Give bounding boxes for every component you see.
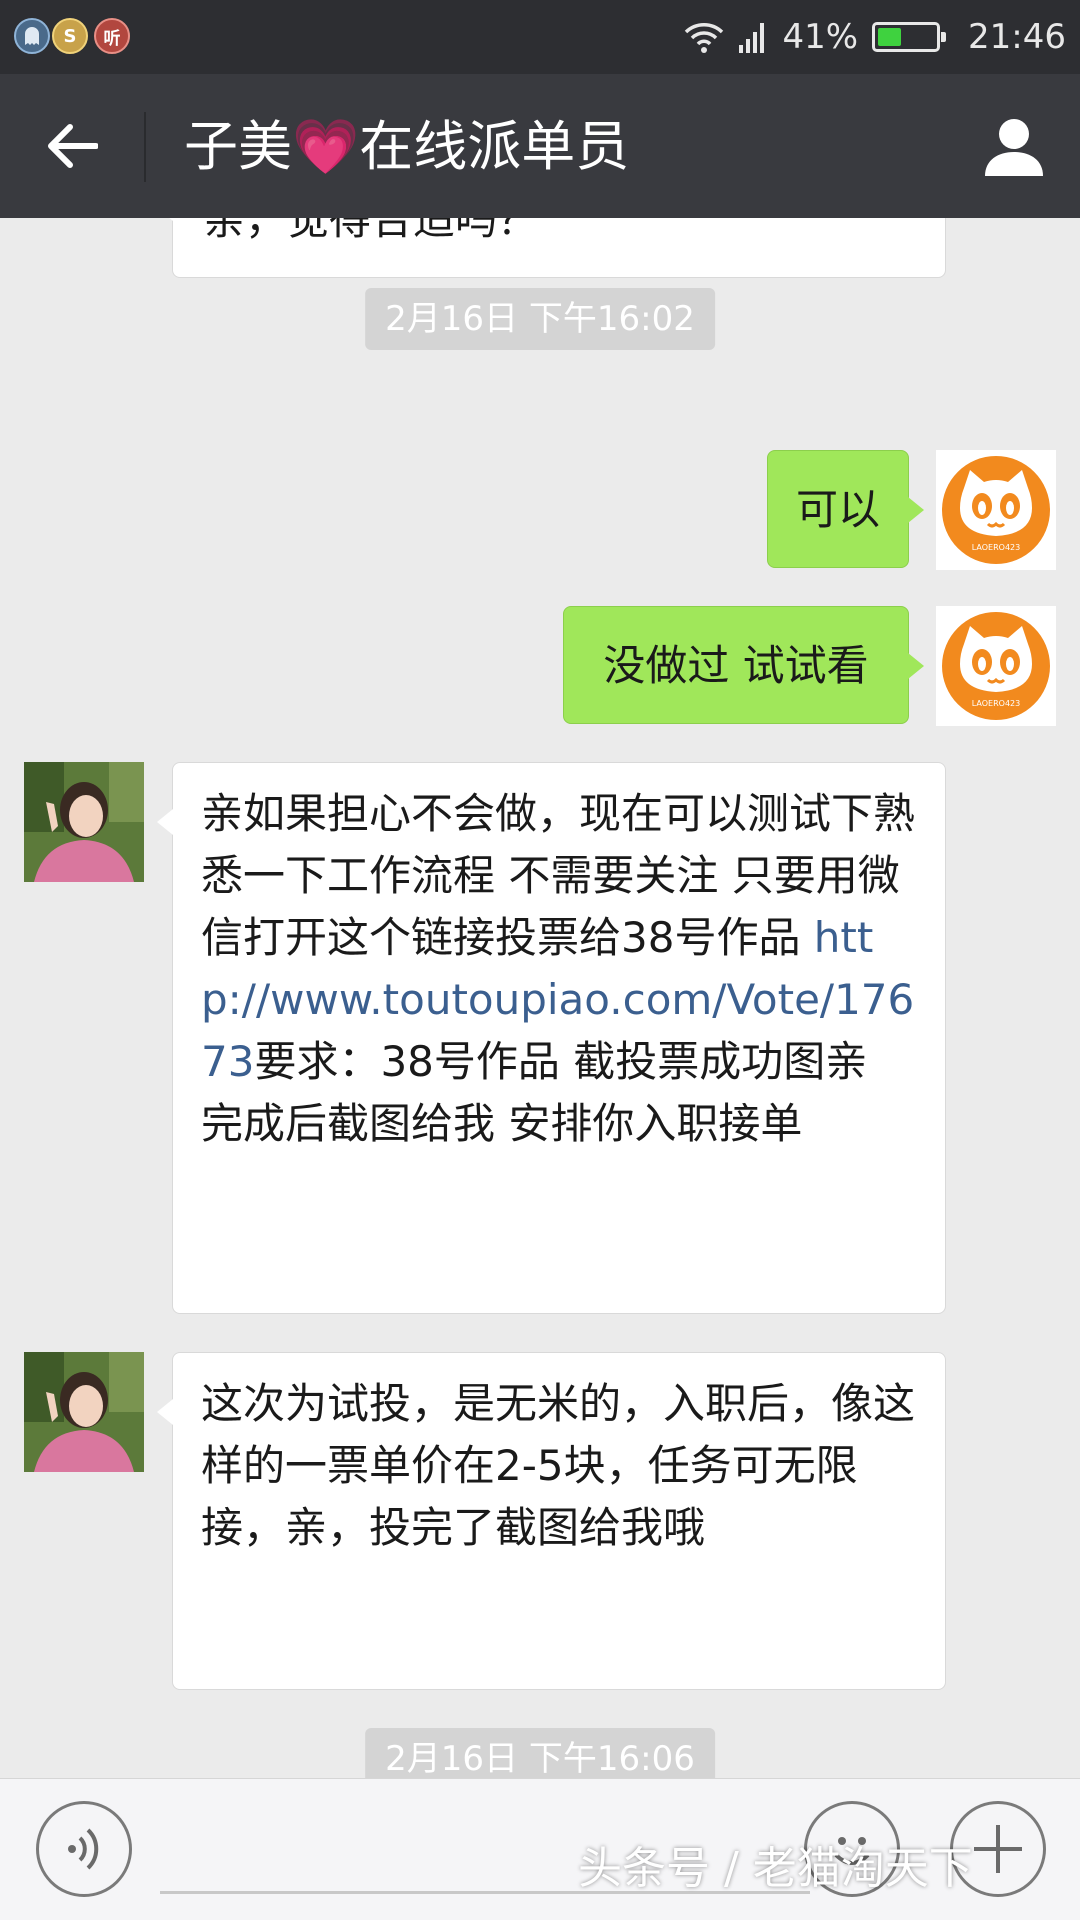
cat-avatar-icon: LAOERO423: [942, 612, 1050, 720]
status-time: 21:46: [968, 17, 1066, 57]
girl-photo-avatar: [24, 762, 144, 882]
contact-avatar[interactable]: [24, 762, 144, 882]
message-bubble-sent[interactable]: 没做过 试试看: [563, 606, 924, 724]
message-list[interactable]: 亲，觉得合适吗？ 2月16日 下午16:02 可以 LAOERO423 没做过 …: [0, 218, 1080, 1778]
my-avatar[interactable]: LAOERO423: [936, 606, 1056, 726]
battery-fill: [878, 28, 902, 46]
ting-app-icon: 听: [94, 18, 130, 54]
status-indicators: 41% 21:46: [684, 14, 1066, 60]
message-bubble-received[interactable]: 这次为试投，是无米的，入职后，像这样的一票单价在2-5块，任务可无限接，亲，投完…: [157, 1352, 946, 1690]
chat-header: 子美💗在线派单员: [0, 74, 1080, 218]
message-text: 亲，觉得合适吗？: [203, 218, 540, 244]
battery-percent: 41%: [782, 17, 859, 57]
back-button[interactable]: [36, 110, 108, 182]
message-bubble-received[interactable]: 亲如果担心不会做，现在可以测试下熟悉一下工作流程 不需要关注 只要用微信打开这个…: [157, 762, 946, 1314]
voice-input-button[interactable]: [36, 1801, 132, 1897]
heart-emoji: 💗: [292, 115, 360, 178]
battery-icon: [872, 22, 947, 52]
timestamp: 2月16日 下午16:02: [365, 288, 715, 350]
header-divider: [144, 112, 146, 182]
s-app-label: S: [63, 25, 77, 47]
person-icon: [985, 119, 1043, 176]
message-text: 没做过 试试看: [603, 641, 869, 690]
chat-info-button[interactable]: [978, 110, 1050, 182]
message-text: 这次为试投，是无米的，入职后，像这样的一票单价在2-5块，任务可无限接，亲，投完…: [201, 1379, 916, 1552]
plus-icon: [974, 1825, 1022, 1873]
signal-icon: [739, 23, 765, 53]
my-avatar[interactable]: LAOERO423: [936, 450, 1056, 570]
ting-app-label: 听: [103, 28, 121, 49]
contact-avatar[interactable]: [24, 1352, 144, 1472]
cat-avatar-icon: LAOERO423: [942, 456, 1050, 564]
message-text: 可以: [795, 485, 880, 534]
back-arrow-icon: [48, 124, 98, 168]
status-bar: S 听 41% 21:46: [0, 0, 1080, 74]
message-bubble-sent[interactable]: 可以: [767, 450, 924, 568]
s-app-icon: S: [52, 18, 88, 54]
chat-title-suffix: 在线派单员: [359, 115, 630, 178]
timestamp: 2月16日 下午16:06: [365, 1728, 715, 1778]
avatar-caption: LAOERO423: [972, 543, 1020, 552]
ghost-app-icon: [14, 18, 50, 54]
wechat-chat-screen: S 听 41% 21:46 子美💗在线派单员 亲，觉得合适吗？ 2月16日 下午…: [0, 0, 1080, 1920]
girl-photo-avatar: [24, 1352, 144, 1472]
message-bubble-partial[interactable]: 亲，觉得合适吗？: [157, 218, 946, 278]
chat-title: 子美💗在线派单员: [184, 112, 629, 182]
chat-title-prefix: 子美: [184, 115, 292, 178]
wifi-icon: [685, 23, 724, 53]
watermark: 头条号 / 老猫淘天下: [578, 1843, 973, 1894]
message-text: 亲如果担心不会做，现在可以测试下熟悉一下工作流程 不需要关注 只要用微信打开这个…: [201, 789, 916, 962]
voice-icon: [68, 1828, 99, 1870]
avatar-caption: LAOERO423: [972, 699, 1020, 708]
message-text: 要求：38号作品 截投票成功图亲 完成后截图给我 安排你入职接单: [201, 1037, 868, 1148]
